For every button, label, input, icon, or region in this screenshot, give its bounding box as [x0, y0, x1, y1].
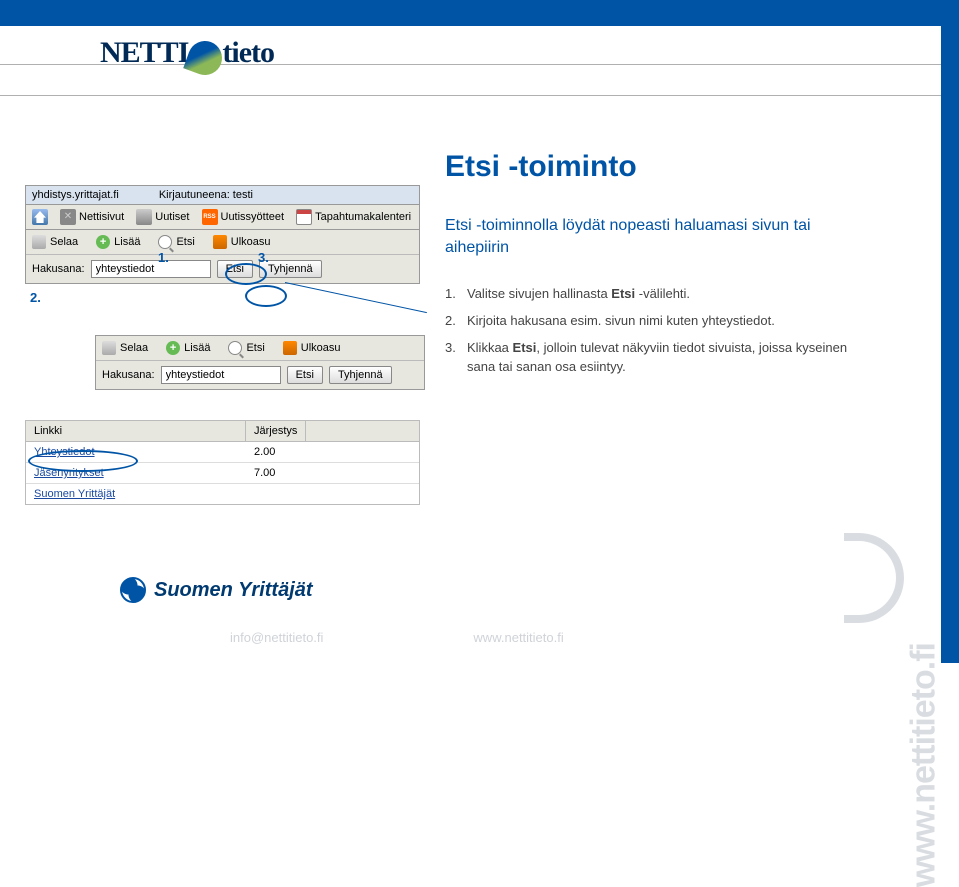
- subtab-label: Lisää: [184, 342, 210, 354]
- admin-logged-in: Kirjautuneena: testi: [159, 189, 253, 201]
- table-row: Suomen Yrittäjät: [26, 484, 419, 504]
- calendar-icon: [296, 209, 312, 225]
- search-icon: [228, 341, 242, 355]
- admin-subtabs: Selaa Lisää Etsi Ulkoasu: [26, 230, 419, 255]
- tab-uutiset[interactable]: Uutiset: [136, 209, 189, 225]
- browse-icon: [32, 235, 46, 249]
- news-icon: [136, 209, 152, 225]
- brand-swoosh-icon: [184, 37, 228, 81]
- side-blue-stripe: [941, 0, 959, 663]
- footer-email: info@nettitieto.fi: [230, 630, 323, 645]
- screenshot-search-zoom: Selaa Lisää Etsi Ulkoasu Hakusana: Etsi …: [95, 335, 425, 390]
- result-order: 7.00: [254, 467, 275, 479]
- step-3: 3. Klikkaa Etsi, jolloin tulevat näkyvii…: [445, 339, 865, 377]
- admin-url: yhdistys.yrittajat.fi: [32, 189, 119, 201]
- search-label: Hakusana:: [102, 369, 155, 381]
- brand-left: NETTI: [100, 36, 188, 69]
- page-intro: Etsi -toiminnolla löydät nopeasti haluam…: [445, 215, 845, 258]
- subtab-label: Selaa: [50, 236, 78, 248]
- callout-ring-3: [245, 285, 287, 307]
- tools-icon: [60, 209, 76, 225]
- callout-ring-result: [28, 450, 138, 472]
- add-icon: [96, 235, 110, 249]
- callout-marker-2: 2.: [30, 290, 41, 305]
- step-text-a: Klikkaa: [467, 340, 513, 355]
- screenshot-admin-top: yhdistys.yrittajat.fi Kirjautuneena: tes…: [25, 185, 420, 284]
- tab-nettisivut[interactable]: Nettisivut: [60, 209, 124, 225]
- col-order: Järjestys: [246, 421, 306, 441]
- col-link: Linkki: [26, 421, 246, 441]
- step-1: 1. Valitse sivujen hallinasta Etsi -väli…: [445, 285, 865, 304]
- footer-links: info@nettitieto.fi www.nettitieto.fi: [230, 630, 564, 645]
- top-blue-bar: [0, 0, 959, 26]
- rss-icon: RSS: [202, 209, 218, 225]
- footer-org-logo: Suomen Yrittäjät: [120, 577, 313, 603]
- step-bold: Etsi: [611, 286, 635, 301]
- subtab-etsi[interactable]: Etsi: [228, 341, 264, 355]
- result-order: 2.00: [254, 446, 275, 458]
- add-icon: [166, 341, 180, 355]
- subtab-etsi[interactable]: Etsi: [158, 235, 194, 249]
- subtab-label: Lisää: [114, 236, 140, 248]
- layout-icon: [283, 341, 297, 355]
- tab-label: Uutissyötteet: [221, 211, 285, 223]
- footer-org-name: Suomen Yrittäjät: [154, 579, 313, 602]
- search-input[interactable]: [91, 260, 211, 278]
- step-text: Klikkaa Etsi, jolloin tulevat näkyviin t…: [467, 339, 865, 377]
- home-icon: [32, 209, 48, 225]
- step-text-a: Valitse sivujen hallinasta: [467, 286, 611, 301]
- footer-url: www.nettitieto.fi: [473, 630, 563, 645]
- brand-right: tieto: [222, 36, 274, 69]
- step-list: 1. Valitse sivujen hallinasta Etsi -väli…: [445, 285, 865, 384]
- step-text-b: -välilehti.: [635, 286, 690, 301]
- brand-logo: NETTI tieto: [100, 36, 274, 75]
- callout-line-3: [285, 282, 427, 313]
- step-text: Kirjoita hakusana esim. sivun nimi kuten…: [467, 312, 775, 331]
- subtab-label: Etsi: [176, 236, 194, 248]
- callout-ring-1: [225, 263, 267, 285]
- step-num: 3.: [445, 339, 467, 377]
- layout-icon: [213, 235, 227, 249]
- tab-uutissyotteet[interactable]: RSSUutissyötteet: [202, 209, 285, 225]
- tab-kalenteri[interactable]: Tapahtumakalenteri: [296, 209, 411, 225]
- page-title: Etsi -toiminto: [445, 150, 637, 184]
- callout-marker-1: 1.: [158, 250, 169, 265]
- step-num: 1.: [445, 285, 467, 304]
- subtab-label: Selaa: [120, 342, 148, 354]
- subtab-label: Ulkoasu: [301, 342, 341, 354]
- browse-icon: [102, 341, 116, 355]
- step-bold: Etsi: [513, 340, 537, 355]
- subtab-ulkoasu[interactable]: Ulkoasu: [283, 341, 341, 355]
- subtab-lisaa[interactable]: Lisää: [96, 235, 140, 249]
- subtab-ulkoasu[interactable]: Ulkoasu: [213, 235, 271, 249]
- zoom-search-row: Hakusana: Etsi Tyhjennä: [96, 361, 424, 389]
- admin-search-row: Hakusana: Etsi Tyhjennä: [26, 255, 419, 283]
- subtab-label: Etsi: [246, 342, 264, 354]
- step-text: Valitse sivujen hallinasta Etsi -välileh…: [467, 285, 690, 304]
- search-icon: [158, 235, 172, 249]
- zoom-subtabs: Selaa Lisää Etsi Ulkoasu: [96, 336, 424, 361]
- tab-label: Uutiset: [155, 211, 189, 223]
- results-header: Linkki Järjestys: [26, 421, 419, 442]
- admin-addressbar: yhdistys.yrittajat.fi Kirjautuneena: tes…: [26, 186, 419, 205]
- admin-main-tabs: Nettisivut Uutiset RSSUutissyötteet Tapa…: [26, 205, 419, 230]
- search-input[interactable]: [161, 366, 281, 384]
- tab-label: Nettisivut: [79, 211, 124, 223]
- step-2: 2. Kirjoita hakusana esim. sivun nimi ku…: [445, 312, 865, 331]
- clear-button[interactable]: Tyhjennä: [329, 366, 392, 384]
- side-url-text: www.nettitieto.fi: [904, 643, 943, 887]
- callout-marker-3: 3.: [258, 250, 269, 265]
- org-swirl-icon: [120, 577, 146, 603]
- tab-label: Tapahtumakalenteri: [315, 211, 411, 223]
- tab-home[interactable]: [32, 209, 48, 225]
- subtab-selaa[interactable]: Selaa: [102, 341, 148, 355]
- subtab-label: Ulkoasu: [231, 236, 271, 248]
- subtab-selaa[interactable]: Selaa: [32, 235, 78, 249]
- search-label: Hakusana:: [32, 263, 85, 275]
- search-button[interactable]: Etsi: [287, 366, 323, 384]
- result-link[interactable]: Suomen Yrittäjät: [34, 488, 254, 500]
- header-row: NETTI tieto: [0, 26, 959, 96]
- subtab-lisaa[interactable]: Lisää: [166, 341, 210, 355]
- step-num: 2.: [445, 312, 467, 331]
